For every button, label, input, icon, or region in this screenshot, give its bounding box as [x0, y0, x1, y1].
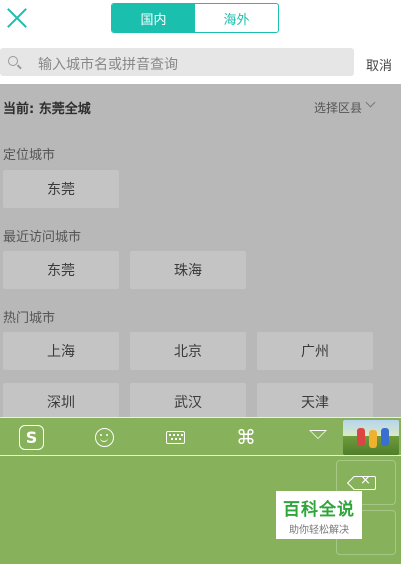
backspace-icon: [354, 473, 376, 490]
section-title-hot: 热门城市: [3, 311, 56, 326]
search-placeholder: 输入城市名或拼音查询: [38, 57, 178, 73]
tab-overseas[interactable]: 海外: [195, 4, 278, 32]
city-button-hot[interactable]: 广州: [257, 332, 373, 370]
city-button-hot[interactable]: 上海: [3, 332, 119, 370]
city-button-recent[interactable]: 东莞: [3, 251, 119, 289]
city-button-hot[interactable]: 天津: [257, 383, 373, 417]
top-bar: 国内 海外: [0, 0, 401, 40]
search-icon: [8, 56, 18, 66]
keyboard-toolbar: S ⌘: [0, 417, 401, 456]
chevron-down-icon: [365, 97, 376, 108]
section-title-recent: 最近访问城市: [3, 230, 82, 245]
city-list-overlay: 当前: 东莞全城 选择区县 定位城市 东莞 最近访问城市 东莞 珠海 热门城市 …: [0, 84, 401, 417]
search-input[interactable]: 输入城市名或拼音查询: [0, 48, 354, 76]
city-button-hot[interactable]: 武汉: [130, 383, 246, 417]
watermark-subtitle: 助你轻松解决: [289, 524, 349, 536]
city-button-hot[interactable]: 深圳: [3, 383, 119, 417]
command-icon[interactable]: ⌘: [236, 425, 256, 449]
city-button-location[interactable]: 东莞: [3, 170, 119, 208]
cancel-button[interactable]: 取消: [366, 55, 392, 74]
skin-thumbnail[interactable]: [343, 420, 399, 455]
hide-keyboard-icon[interactable]: [309, 430, 327, 446]
watermark-logo: 百科全说 助你轻松解决: [276, 491, 362, 539]
watermark-title: 百科全说: [283, 499, 355, 520]
select-district-button[interactable]: 选择区县: [314, 99, 362, 116]
close-icon[interactable]: [5, 6, 29, 30]
tab-domestic[interactable]: 国内: [112, 4, 195, 32]
current-city-row: 当前: 东莞全城 选择区县: [0, 84, 401, 128]
city-button-hot[interactable]: 北京: [130, 332, 246, 370]
emoji-icon[interactable]: [95, 428, 114, 447]
sogou-logo-icon[interactable]: S: [19, 425, 44, 450]
city-button-recent[interactable]: 珠海: [130, 251, 246, 289]
keyboard-icon[interactable]: [166, 431, 185, 444]
search-row: 输入城市名或拼音查询 取消: [0, 40, 401, 84]
current-city-label: 当前: 东莞全城: [3, 102, 91, 117]
section-title-location: 定位城市: [3, 148, 56, 163]
region-segmented-control: 国内 海外: [111, 3, 279, 33]
